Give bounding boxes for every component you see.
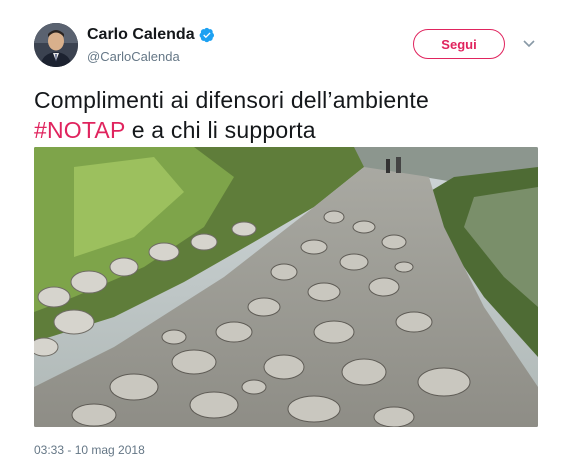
author-handle[interactable]: @CarloCalenda [87, 49, 180, 64]
avatar[interactable] [34, 23, 78, 67]
tweet-timestamp[interactable]: 03:33 - 10 mag 2018 [34, 443, 145, 457]
tweet-text-line1: Complimenti ai difensori dell’ambiente [34, 87, 429, 113]
chevron-down-icon[interactable] [522, 38, 536, 50]
author-name-row[interactable]: Carlo Calenda [87, 26, 215, 44]
author-name[interactable]: Carlo Calenda [87, 26, 195, 44]
avatar-image [34, 23, 78, 67]
tweet-media-video[interactable] [34, 147, 538, 427]
tweet-text: Complimenti ai difensori dell’ambiente #… [34, 85, 534, 145]
follow-button[interactable]: Segui [413, 29, 505, 59]
video-thumbnail [34, 147, 538, 427]
verified-badge-icon [199, 27, 214, 43]
tweet-text-line2: #NOTAP e a chi li supporta [34, 115, 534, 145]
tweet-text-rest: e a chi li supporta [125, 117, 316, 143]
hashtag-link[interactable]: #NOTAP [34, 117, 125, 143]
